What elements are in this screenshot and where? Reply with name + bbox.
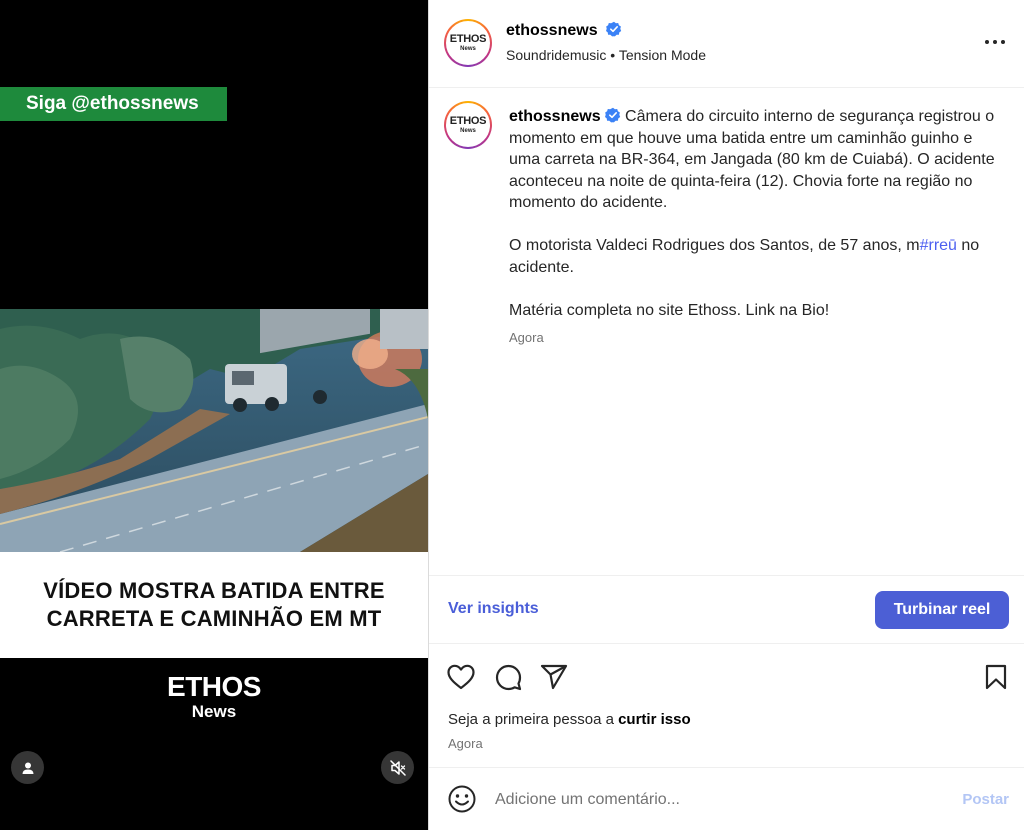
view-insights-link[interactable]: Ver insights: [448, 600, 539, 618]
header-username-row: ethossnews: [506, 21, 622, 40]
post-header: ETHOS News ethossnews Soundridemusic • T…: [429, 0, 1024, 88]
instagram-reel-view: Siga @ethossnews VÍDEO MOSTRA BATIDA ENT…: [0, 0, 1024, 830]
avatar-text: ETHOS: [449, 33, 487, 45]
speaker-muted-icon: [389, 759, 406, 776]
save-button[interactable]: [980, 661, 1012, 693]
caption-paragraph-3: Matéria completa no site Ethoss. Link na…: [509, 301, 830, 319]
user-icon: [22, 762, 33, 774]
avatar-subtext: News: [460, 46, 476, 52]
ethos-news-logo: ETHOS News: [0, 672, 428, 722]
caption-avatar[interactable]: ETHOS News: [444, 101, 492, 149]
comment-composer: Postar: [429, 768, 1024, 830]
like-this-link[interactable]: curtir isso: [618, 711, 691, 728]
caption-username-link[interactable]: ethossnews: [509, 108, 601, 125]
avatar[interactable]: ETHOS News: [444, 19, 492, 67]
post-panel: ETHOS News ethossnews Soundridemusic • T…: [428, 0, 1024, 830]
boost-reel-button[interactable]: Turbinar reel: [875, 591, 1009, 629]
hashtag-link[interactable]: #rreū: [920, 237, 957, 254]
caption-timestamp: Agora: [509, 330, 544, 345]
brand-name: ETHOS: [167, 671, 261, 702]
like-button[interactable]: [445, 661, 477, 693]
comment-button[interactable]: [492, 661, 524, 693]
likes-prefix: Seja a primeira pessoa a: [448, 711, 619, 728]
verified-badge-icon: [606, 21, 622, 37]
headline-line-2: CARRETA E CAMINHÃO EM MT: [46, 606, 382, 631]
caption-section: ETHOS News ethossnews Câmera do circuito…: [429, 88, 1024, 576]
verified-badge-icon: [604, 107, 620, 123]
reel-video[interactable]: Siga @ethossnews VÍDEO MOSTRA BATIDA ENT…: [0, 0, 428, 830]
emoji-icon[interactable]: [447, 784, 477, 814]
insights-bar: Ver insights Turbinar reel: [429, 576, 1024, 644]
avatar-text: ETHOS: [449, 115, 487, 127]
more-horizontal-icon: [985, 40, 1005, 44]
comment-input[interactable]: [495, 787, 935, 813]
caption-paragraph-2-start: O motorista Valdeci Rodrigues dos Santos…: [509, 237, 920, 254]
video-headline: VÍDEO MOSTRA BATIDA ENTRE CARRETA E CAMI…: [0, 552, 428, 658]
actions-section: Seja a primeira pessoa a curtir isso Ago…: [429, 644, 1024, 768]
share-button[interactable]: [538, 661, 570, 693]
tagged-users-button[interactable]: [11, 751, 44, 784]
caption-text: ethossnews Câmera do circuito interno de…: [509, 106, 995, 343]
comment-icon: [495, 664, 521, 690]
headline-line-1: VÍDEO MOSTRA BATIDA ENTRE: [43, 578, 385, 603]
crash-footage: [0, 309, 428, 552]
follow-banner: Siga @ethossnews: [0, 87, 227, 121]
share-icon: [540, 664, 568, 690]
post-timestamp: Agora: [448, 736, 483, 751]
likes-summary: Seja a primeira pessoa a curtir isso: [448, 711, 691, 728]
bookmark-icon: [985, 664, 1007, 690]
more-options-button[interactable]: [981, 28, 1009, 56]
avatar-subtext: News: [460, 128, 476, 134]
audio-track-link[interactable]: Soundridemusic • Tension Mode: [506, 47, 706, 63]
username-link[interactable]: ethossnews: [506, 22, 598, 39]
brand-sub: News: [191, 702, 237, 721]
post-comment-button[interactable]: Postar: [962, 791, 1009, 808]
mute-button[interactable]: [381, 751, 414, 784]
heart-icon: [447, 664, 475, 690]
